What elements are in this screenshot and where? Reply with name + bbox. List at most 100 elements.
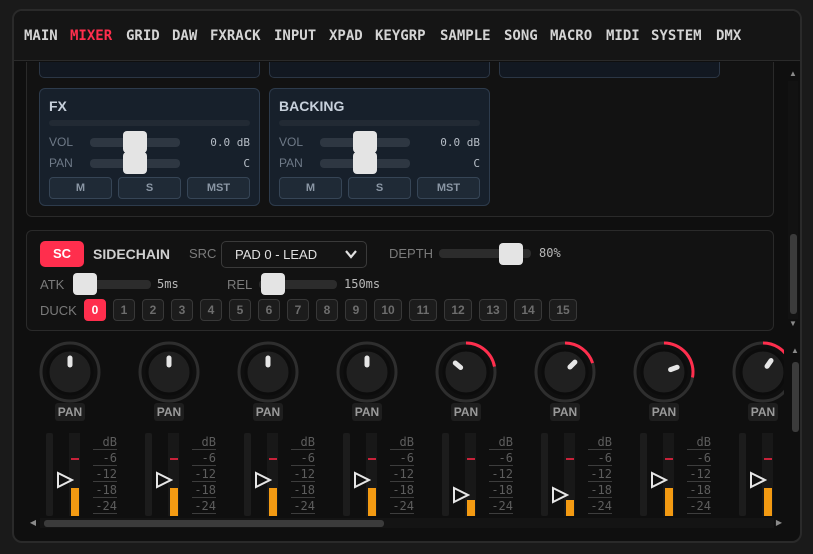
nav-tab-main[interactable]: MAIN	[24, 28, 58, 44]
master-button[interactable]: MST	[417, 177, 480, 199]
backing-strip: BACKING VOL 0.0 dB PAN C M S MST	[269, 88, 490, 206]
duck-pad-1[interactable]: 1	[113, 299, 135, 321]
mixer-channel: PAN dB-6-12-18-24	[533, 341, 632, 516]
vol-value: 0.0 dB	[210, 136, 250, 149]
scroll-up-icon[interactable]: ▲	[790, 346, 800, 356]
nav-tab-daw[interactable]: DAW	[172, 28, 197, 44]
scroll-left-icon[interactable]: ◀	[28, 517, 38, 529]
duck-pad-0[interactable]: 0	[84, 299, 106, 321]
volume-fader-track[interactable]	[46, 433, 53, 516]
nav-tab-midi[interactable]: MIDI	[606, 28, 640, 44]
pan-knob[interactable]	[137, 341, 201, 403]
master-button[interactable]: MST	[187, 177, 250, 199]
db-scale-label: -12	[192, 467, 216, 482]
pan-knob[interactable]	[236, 341, 300, 403]
depth-label: DEPTH	[389, 246, 434, 261]
atk-label: ATK	[40, 277, 65, 292]
db-scale-label: -18	[390, 483, 414, 498]
duck-pad-13[interactable]: 13	[479, 299, 507, 321]
horizontal-scrollbar[interactable]: ◀ ▶	[28, 516, 788, 530]
duck-pad-3[interactable]: 3	[171, 299, 193, 321]
scrollbar-thumb[interactable]	[790, 234, 797, 314]
duck-pad-11[interactable]: 11	[409, 299, 437, 321]
nav-tab-input[interactable]: INPUT	[274, 28, 316, 44]
solo-button[interactable]: S	[348, 177, 411, 199]
duck-pad-15[interactable]: 15	[549, 299, 577, 321]
fader-handle-icon[interactable]	[749, 471, 767, 489]
pan-knob[interactable]	[38, 341, 102, 403]
nav-tab-song[interactable]: SONG	[504, 28, 538, 44]
volume-fader-track[interactable]	[739, 433, 746, 516]
duck-pad-7[interactable]: 7	[287, 299, 309, 321]
volume-fader-track[interactable]	[145, 433, 152, 516]
db-scale-label: -6	[390, 451, 414, 466]
fader-handle-icon[interactable]	[650, 471, 668, 489]
depth-slider-thumb[interactable]	[498, 243, 523, 265]
duck-pad-9[interactable]: 9	[345, 299, 367, 321]
volume-fader-track[interactable]	[541, 433, 548, 516]
nav-tab-macro[interactable]: MACRO	[550, 28, 592, 44]
pan-slider-thumb[interactable]	[123, 152, 147, 174]
volume-fader-track[interactable]	[442, 433, 449, 516]
volume-fader-track[interactable]	[244, 433, 251, 516]
scrollbar-thumb[interactable]	[44, 520, 384, 527]
pan-label: PAN	[279, 156, 303, 170]
src-label: SRC	[189, 246, 217, 261]
mixer-channel: PAN dB-6-12-18-24	[137, 341, 236, 516]
duck-pad-14[interactable]: 14	[514, 299, 542, 321]
db-scale-label: -24	[291, 499, 315, 514]
mute-button[interactable]: M	[49, 177, 112, 199]
pan-knob[interactable]	[731, 341, 784, 403]
nav-tab-mixer[interactable]: MIXER	[70, 28, 112, 44]
scroll-right-icon[interactable]: ▶	[774, 517, 784, 529]
nav-tab-sample[interactable]: SAMPLE	[440, 28, 491, 44]
src-select[interactable]: PAD 0 - LEAD	[221, 241, 367, 268]
scroll-up-icon[interactable]: ▲	[788, 69, 798, 79]
fader-handle-icon[interactable]	[254, 471, 272, 489]
rel-value: 150ms	[344, 277, 381, 291]
duck-pad-10[interactable]: 10	[374, 299, 402, 321]
strip-level-meter	[279, 120, 480, 126]
pan-slider-thumb[interactable]	[353, 152, 377, 174]
duck-pad-8[interactable]: 8	[316, 299, 338, 321]
nav-tab-xpad[interactable]: XPAD	[329, 28, 363, 44]
pan-knob[interactable]	[533, 341, 597, 403]
fader-handle-icon[interactable]	[452, 486, 470, 504]
volume-fader-track[interactable]	[343, 433, 350, 516]
duck-pad-12[interactable]: 12	[444, 299, 472, 321]
duck-pad-6[interactable]: 6	[258, 299, 280, 321]
solo-button[interactable]: S	[118, 177, 181, 199]
mute-button[interactable]: M	[279, 177, 342, 199]
nav-tab-system[interactable]: SYSTEM	[651, 28, 702, 44]
nav-tab-keygrp[interactable]: KEYGRP	[375, 28, 426, 44]
duck-pad-2[interactable]: 2	[142, 299, 164, 321]
vertical-scrollbar[interactable]: ▲ ▼	[788, 69, 798, 329]
pan-label: PAN	[352, 403, 382, 421]
nav-tab-fxrack[interactable]: FXRACK	[210, 28, 261, 44]
pan-knob[interactable]	[335, 341, 399, 403]
db-scale-label: -18	[192, 483, 216, 498]
volume-fader-track[interactable]	[640, 433, 647, 516]
pan-knob[interactable]	[632, 341, 696, 403]
duck-label: DUCK	[40, 303, 77, 318]
duck-pad-5[interactable]: 5	[229, 299, 251, 321]
sidechain-toggle-button[interactable]: SC	[40, 241, 84, 267]
mixer-channel: PAN dB-6-12-18-24	[236, 341, 335, 516]
scroll-down-icon[interactable]: ▼	[788, 319, 798, 329]
scrollbar-thumb[interactable]	[792, 362, 799, 432]
fader-handle-icon[interactable]	[56, 471, 74, 489]
db-scale-label: -6	[489, 451, 513, 466]
atk-slider-thumb[interactable]	[73, 273, 97, 295]
fader-handle-icon[interactable]	[353, 471, 371, 489]
fader-handle-icon[interactable]	[551, 486, 569, 504]
vol-slider-thumb[interactable]	[353, 131, 377, 153]
fader-handle-icon[interactable]	[155, 471, 173, 489]
duck-pad-4[interactable]: 4	[200, 299, 222, 321]
nav-tab-dmx[interactable]: DMX	[716, 28, 741, 44]
vol-slider-thumb[interactable]	[123, 131, 147, 153]
rel-slider-thumb[interactable]	[261, 273, 285, 295]
mixer-channel: PAN dB-6-12-18-24	[632, 341, 731, 516]
nav-tab-grid[interactable]: GRID	[126, 28, 160, 44]
mixer-vertical-scrollbar[interactable]: ▲	[790, 346, 800, 516]
pan-knob[interactable]	[434, 341, 498, 403]
